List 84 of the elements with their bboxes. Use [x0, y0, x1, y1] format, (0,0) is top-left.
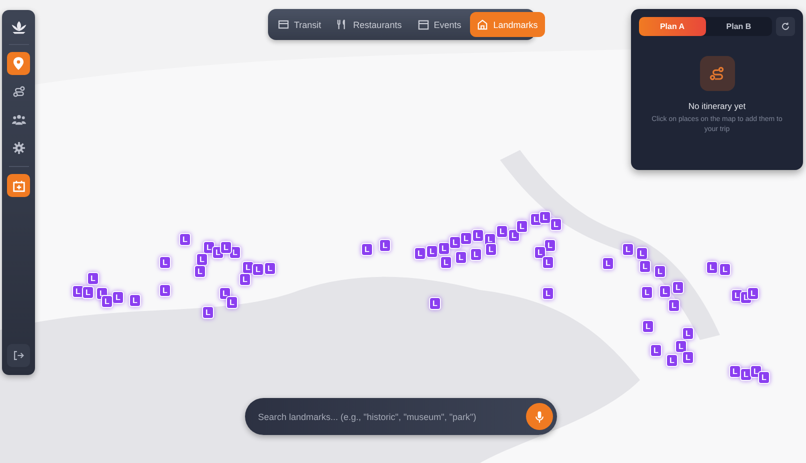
landmark-marker[interactable]: L: [239, 273, 251, 286]
landmark-marker[interactable]: L: [650, 344, 662, 357]
landmark-marker[interactable]: L: [179, 233, 191, 246]
lotus-logo-icon: [10, 20, 28, 35]
landmark-marker[interactable]: L: [682, 327, 694, 340]
calendar-button[interactable]: [7, 174, 30, 197]
landmark-marker[interactable]: L: [429, 297, 441, 310]
refresh-icon: [781, 22, 790, 31]
microphone-icon: [535, 410, 544, 422]
plan-tab[interactable]: Plan B: [706, 17, 772, 36]
landmark-marker[interactable]: L: [508, 229, 520, 242]
landmark-marker[interactable]: L: [438, 242, 450, 255]
landmark-marker[interactable]: L: [659, 285, 671, 298]
map-pin-icon: [13, 57, 24, 70]
refresh-button[interactable]: [776, 17, 795, 36]
landmark-marker[interactable]: L: [544, 239, 556, 252]
landmark-marker[interactable]: L: [641, 286, 653, 299]
landmark-marker[interactable]: L: [202, 306, 214, 319]
landmark-marker[interactable]: L: [196, 253, 208, 266]
category-tab[interactable]: Events: [410, 12, 468, 37]
landmark-marker[interactable]: L: [729, 365, 741, 378]
category-tab[interactable]: Landmarks: [470, 12, 545, 37]
landmark-marker[interactable]: L: [622, 243, 634, 256]
landmark-marker[interactable]: L: [472, 229, 484, 242]
landmark-marker[interactable]: L: [747, 287, 759, 300]
landmark-marker[interactable]: L: [101, 295, 113, 308]
landmark-marker[interactable]: L: [194, 265, 206, 278]
landmark-marker[interactable]: L: [455, 251, 467, 264]
landmark-marker[interactable]: L: [675, 340, 687, 353]
landmark-marker[interactable]: L: [159, 284, 171, 297]
category-tab[interactable]: Restaurants: [330, 12, 409, 37]
landmark-marker[interactable]: L: [666, 354, 678, 367]
landmark-marker[interactable]: L: [642, 320, 654, 333]
plan-tab[interactable]: Plan A: [639, 17, 706, 36]
logout-button[interactable]: [7, 344, 30, 367]
landmark-marker[interactable]: L: [602, 257, 614, 270]
calendar-plus-icon: [12, 180, 24, 192]
landmark-marker[interactable]: L: [112, 291, 124, 304]
landmark-marker[interactable]: L: [534, 246, 546, 259]
card-icon: [278, 20, 289, 29]
landmark-marker[interactable]: L: [414, 247, 426, 260]
sidebar-button[interactable]: [7, 52, 30, 75]
landmark-marker[interactable]: L: [496, 225, 508, 238]
landmark-marker[interactable]: L: [252, 263, 264, 276]
settings-icon: [12, 142, 24, 154]
landmark-marker[interactable]: L: [719, 263, 731, 276]
landmark-marker[interactable]: L: [82, 286, 94, 299]
landmark-marker[interactable]: L: [460, 232, 472, 245]
landmark-marker[interactable]: L: [129, 294, 141, 307]
landmark-marker[interactable]: L: [426, 245, 438, 258]
route-icon: [12, 86, 24, 98]
landmark-marker[interactable]: L: [654, 265, 666, 278]
microphone-button[interactable]: [526, 403, 553, 430]
landmark-marker[interactable]: L: [361, 243, 373, 256]
landmark-marker[interactable]: L: [220, 241, 232, 254]
landmark-marker[interactable]: L: [668, 299, 680, 312]
landmark-marker[interactable]: L: [470, 248, 482, 261]
landmark-marker[interactable]: L: [550, 218, 562, 231]
landmark-marker[interactable]: L: [87, 272, 99, 285]
landmark-marker[interactable]: L: [449, 236, 461, 249]
landmark-marker[interactable]: L: [264, 262, 276, 275]
landmark-marker[interactable]: L: [516, 220, 528, 233]
group-icon: [12, 114, 26, 125]
route-badge-icon: [700, 56, 734, 91]
landmark-marker[interactable]: L: [639, 260, 651, 273]
landmark-marker[interactable]: L: [706, 261, 718, 274]
search-field[interactable]: Search landmarks... (e.g., "historic", "museum", "park"): [258, 412, 526, 422]
landmark-marker[interactable]: L: [485, 243, 497, 256]
landmark-marker[interactable]: L: [159, 256, 171, 269]
landmark-marker[interactable]: L: [636, 247, 648, 260]
landmark-marker[interactable]: L: [682, 351, 694, 364]
landmark-marker[interactable]: L: [226, 296, 238, 309]
empty-state-title: No itinerary yet: [688, 101, 746, 111]
category-tab[interactable]: Transit: [271, 12, 328, 37]
landmark-icon: [477, 19, 488, 30]
landmark-marker[interactable]: L: [539, 211, 551, 224]
landmark-marker[interactable]: L: [672, 281, 684, 294]
landmark-marker[interactable]: L: [758, 371, 770, 384]
landmark-marker[interactable]: L: [440, 256, 452, 269]
calendar-icon: [418, 19, 429, 30]
landmark-marker[interactable]: L: [542, 287, 554, 300]
landmark-marker[interactable]: L: [542, 256, 554, 269]
logout-icon: [13, 350, 24, 361]
landmark-marker[interactable]: L: [379, 239, 391, 252]
